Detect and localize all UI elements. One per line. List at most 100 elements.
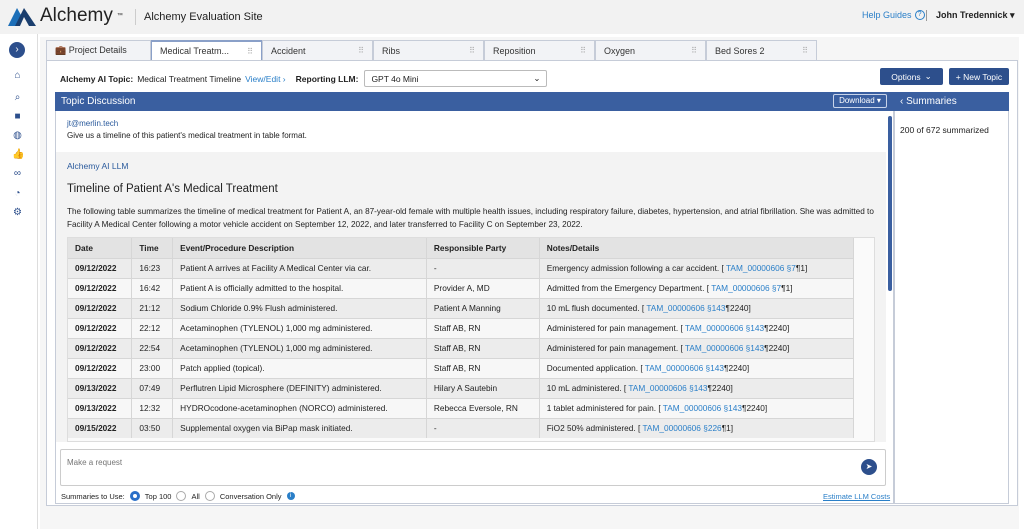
time-cell: 16:42 (131, 277, 174, 298)
date-cell: 09/13/2022 (68, 377, 133, 398)
left-sidebar (0, 34, 38, 529)
table-row: 09/13/2022 12:32 HYDROcodone-acetaminophen… (68, 397, 855, 418)
citation-suffix: ¶2240] (764, 343, 790, 353)
drag-handle-icon[interactable]: ⠿ (358, 46, 364, 55)
summaries-panel (894, 92, 1009, 504)
date-cell: 09/12/2022 (68, 337, 133, 358)
table-row: 09/15/2022 03:50 Supplemental oxygen via B… (68, 417, 855, 438)
radio-conversation-only[interactable] (204, 491, 215, 501)
tab-label: Bed Sores 2 (715, 45, 765, 56)
llm-select[interactable]: GPT 4o Mini ⌄ (364, 70, 548, 87)
llm-value: GPT 4o Mini (371, 73, 419, 84)
brain-icon[interactable]: ◍ (12, 130, 23, 141)
info-icon[interactable]: i (286, 492, 295, 500)
drag-handle-icon[interactable]: ⠿ (802, 46, 808, 55)
help-guides-link[interactable]: Help Guides? (862, 10, 925, 20)
radio-label: Conversation Only (219, 491, 282, 501)
notes-cell: Documented application. [ TAM_00000606 §… (539, 357, 855, 378)
tab-reposition[interactable]: Reposition ⠿ (484, 40, 595, 60)
citation-link[interactable]: TAM_00000606 §143 (645, 363, 724, 373)
download-button[interactable]: Download ▾ (833, 94, 887, 108)
chevron-down-icon: ⌄ (924, 71, 932, 81)
summaries-toggle[interactable]: ‹ Summaries (894, 92, 1009, 111)
event-cell: Patient A arrives at Facility A Medical … (172, 257, 427, 278)
thumbs-up-icon[interactable]: 👍 (12, 149, 24, 160)
citation-suffix: ¶1] (795, 263, 808, 273)
tab-label: Oxygen (604, 45, 636, 56)
citation-link[interactable]: TAM_00000606 §143 (646, 303, 725, 313)
drag-handle-icon[interactable]: ⠿ (247, 47, 253, 56)
citation-link[interactable]: TAM_00000606 §143 (685, 343, 764, 353)
chevron-right-icon[interactable]: › (9, 42, 25, 58)
event-cell: Patch applied (topical). (172, 357, 427, 378)
event-cell: Sodium Chloride 0.9% Flush administered. (172, 297, 427, 318)
date-cell: 09/12/2022 (68, 297, 133, 318)
column-header: Time (131, 238, 174, 258)
citation-link[interactable]: TAM_00000606 §7 (726, 263, 796, 273)
citation-link[interactable]: TAM_00000606 §7 (711, 283, 781, 293)
citation-suffix: ¶2240] (764, 323, 790, 333)
topic-discussion-header: Topic Discussion (55, 92, 894, 111)
column-header: Responsible Party (426, 238, 540, 258)
site-title: Alchemy Evaluation Site (135, 9, 263, 25)
time-cell: 16:23 (131, 257, 174, 278)
tab-accident[interactable]: Accident ⠿ (262, 40, 373, 60)
citation-link[interactable]: TAM_00000606 §143 (628, 383, 707, 393)
ai-response-paragraph: The following table summarizes the timel… (67, 207, 874, 229)
tab-project-details[interactable]: 💼 Project Details (46, 40, 151, 60)
link-icon[interactable]: ∞ (12, 168, 23, 179)
download-label: Download (839, 96, 875, 105)
table-row: 09/12/2022 21:12 Sodium Chloride 0.9% Flus… (68, 297, 855, 318)
event-cell: Supplemental oxygen via BiPap mask initi… (172, 417, 427, 438)
user-menu[interactable]: John Tredennick ▾ (926, 10, 1015, 21)
search-icon[interactable]: ⌕ (12, 92, 23, 103)
ai-response-title: Timeline of Patient A's Medical Treatmen… (67, 183, 278, 195)
radio-all[interactable] (176, 491, 187, 501)
tab-oxygen[interactable]: Oxygen ⠿ (595, 40, 706, 60)
notes-text: FiO2 50% administered. [ (546, 423, 643, 434)
home-icon[interactable]: ⌂ (12, 70, 23, 81)
request-box (60, 449, 886, 486)
citation-link[interactable]: TAM_00000606 §143 (685, 323, 764, 333)
timeline-table-container[interactable]: Date Time Event/Procedure Description Respo… (67, 237, 875, 442)
table-row: 09/12/2022 22:12 Acetaminophen (TYLENOL) 1… (68, 317, 855, 338)
new-topic-button[interactable]: + New Topic (949, 68, 1009, 85)
party-cell: Staff AB, RN (426, 337, 540, 358)
ai-label: Alchemy AI LLM (67, 161, 129, 171)
tab-ribs[interactable]: Ribs ⠿ (373, 40, 484, 60)
party-cell: Staff AB, RN (426, 317, 540, 338)
summarized-count: 200 of 672 summarized (900, 125, 989, 135)
notes-text: 10 mL flush documented. [ (546, 303, 647, 313)
party-cell: Staff AB, RN (426, 357, 540, 378)
estimate-llm-costs-link[interactable]: Estimate LLM Costs (823, 492, 890, 501)
gear-icon[interactable]: ⚙ (12, 207, 23, 218)
pie-chart-icon[interactable]: ◔ (12, 188, 23, 199)
topic-tabs: 💼 Project Details Medical Treatm... ⠿ Acc… (46, 40, 817, 60)
drag-handle-icon[interactable]: ⠿ (469, 46, 475, 55)
drag-handle-icon[interactable]: ⠿ (691, 46, 697, 55)
alchemy-logo[interactable]: Alchemy ™ (8, 5, 123, 27)
radio-top-100[interactable] (129, 491, 140, 501)
citation-link[interactable]: TAM_00000606 §143 (663, 403, 742, 413)
time-cell: 23:00 (131, 357, 174, 378)
notes-text: Documented application. [ (546, 363, 645, 373)
party-cell: Patient A Manning (426, 297, 540, 318)
date-cell: 09/15/2022 (68, 417, 133, 438)
citation-link[interactable]: TAM_00000606 §226 (642, 423, 721, 433)
date-cell: 09/12/2022 (68, 257, 133, 278)
options-button[interactable]: Options ⌄ (880, 68, 943, 85)
llm-label: Reporting LLM: (295, 73, 359, 84)
topic-row: Alchemy AI Topic: Medical Treatment Time… (60, 70, 548, 87)
citation-suffix: ¶1] (721, 423, 734, 434)
request-input[interactable] (61, 450, 841, 475)
table-row: 09/12/2022 22:54 Acetaminophen (TYLENOL) 1… (68, 337, 855, 358)
tab-bed-sores-2[interactable]: Bed Sores 2 ⠿ (706, 40, 817, 60)
folder-icon[interactable]: ■ (12, 111, 23, 122)
view-edit-link[interactable]: View/Edit › (245, 74, 285, 84)
tab-label: Reposition (493, 45, 536, 56)
time-cell: 12:32 (131, 397, 174, 418)
discussion-scrollbar[interactable] (888, 116, 892, 291)
drag-handle-icon[interactable]: ⠿ (580, 46, 586, 55)
send-button[interactable]: ➤ (861, 459, 877, 475)
tab-medical-treatment[interactable]: Medical Treatm... ⠿ (151, 40, 262, 60)
